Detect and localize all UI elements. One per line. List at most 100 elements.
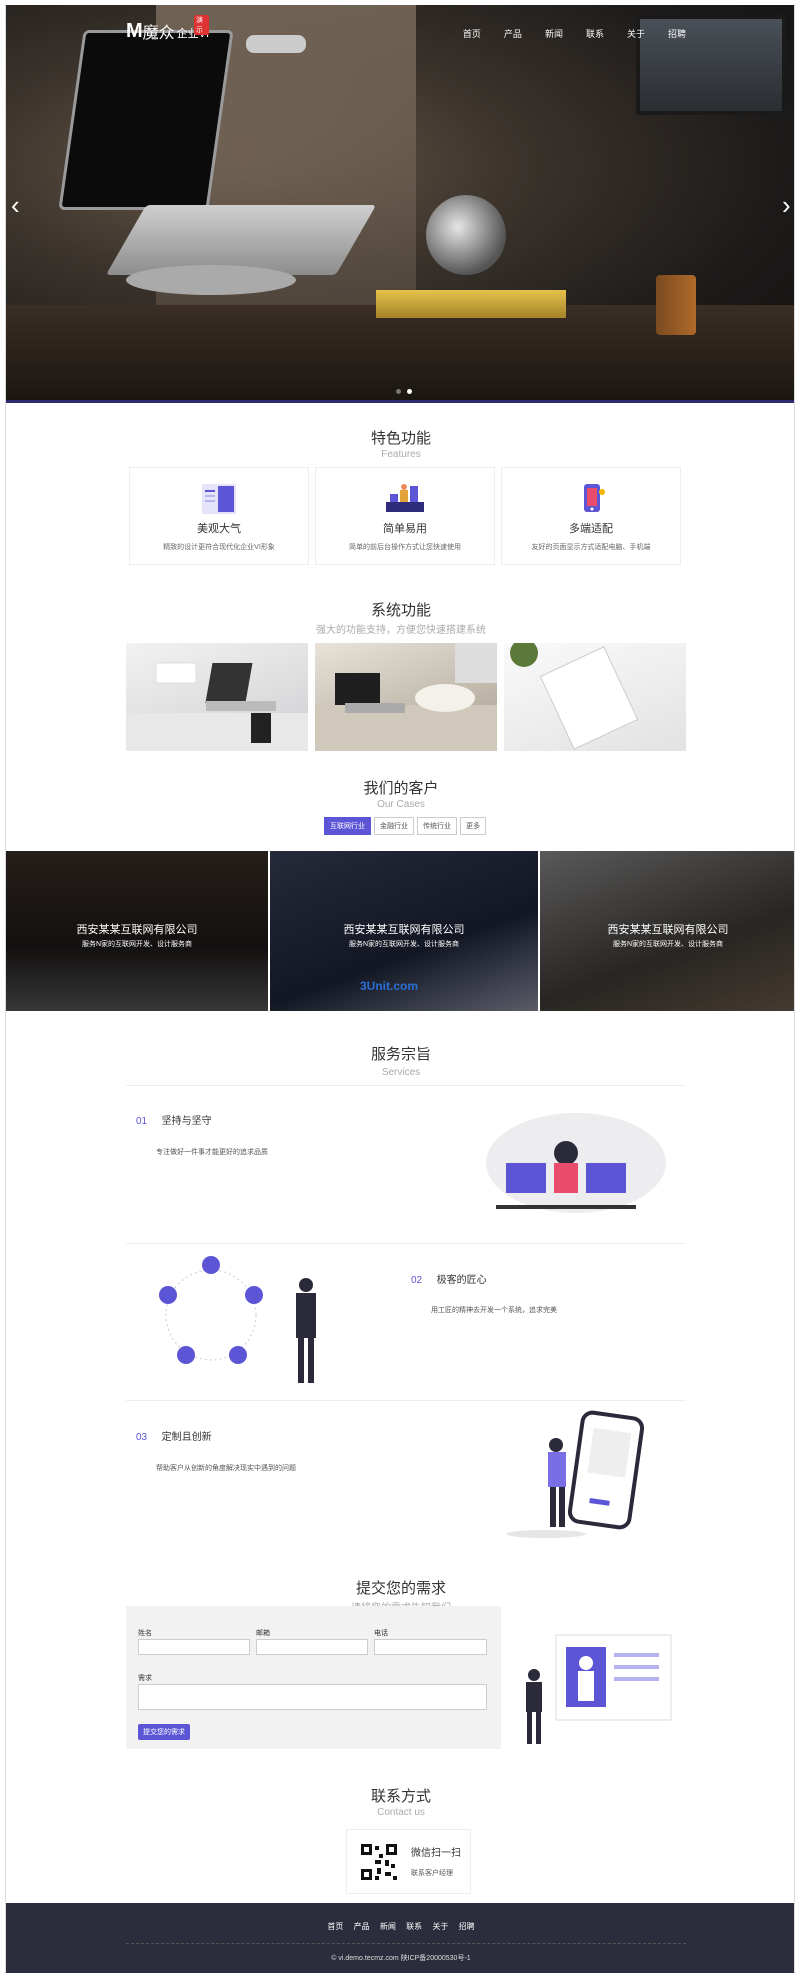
divider — [126, 1400, 686, 1401]
footer: 首页 产品 新闻 联系 关于 招聘 © vi.demo.tecmz.com 陕I… — [6, 1903, 794, 1973]
hero-globe — [426, 195, 506, 275]
need-textarea[interactable] — [138, 1684, 487, 1710]
layout-icon — [198, 482, 240, 516]
footer-nav-jobs[interactable]: 招聘 — [459, 1922, 475, 1931]
nav-item-jobs[interactable]: 招聘 — [668, 27, 686, 40]
case-card[interactable]: 西安某某互联网有限公司 服务N家的互联网开发、设计服务商 — [6, 851, 268, 1011]
carousel-dots — [396, 389, 412, 394]
main-nav: 首页 产品 新闻 联系 关于 招聘 — [463, 27, 686, 40]
features-subtitle: Features — [381, 449, 421, 460]
tab-more[interactable]: 更多 — [460, 817, 486, 835]
service-heading: 02 极客的匠心 — [411, 1270, 487, 1288]
desk-illustration — [476, 1113, 666, 1218]
tab-traditional[interactable]: 传统行业 — [417, 817, 457, 835]
footer-divider — [126, 1943, 686, 1944]
nav-item-home[interactable]: 首页 — [463, 27, 481, 40]
feature-desc: 友好的页面显示方式适配电脑、手机端 — [531, 544, 651, 551]
service-title: 极客的匠心 — [436, 1275, 487, 1286]
tab-internet[interactable]: 互联网行业 — [324, 817, 371, 835]
hero-books — [376, 290, 566, 318]
system-image-1 — [126, 643, 308, 751]
footer-nav-products[interactable]: 产品 — [354, 1922, 370, 1931]
feature-title: 美观大气 — [197, 523, 241, 535]
footer-nav-home[interactable]: 首页 — [327, 1922, 343, 1931]
qr-card: 微信扫一扫 联系客户经理 — [346, 1829, 471, 1894]
service-desc: 帮助客户从创新的角度解决现实中遇到的问题 — [156, 1465, 296, 1472]
service-num: 02 — [411, 1275, 423, 1286]
name-field[interactable] — [138, 1639, 250, 1655]
carousel-next-icon[interactable]: › — [782, 192, 794, 218]
footer-nav-about[interactable]: 关于 — [432, 1922, 448, 1931]
contact-subtitle: Contact us — [377, 1807, 425, 1818]
easy-icon — [384, 482, 426, 516]
footer-nav-news[interactable]: 新闻 — [380, 1922, 396, 1931]
tab-finance[interactable]: 金融行业 — [374, 817, 414, 835]
contact-title: 联系方式 — [370, 1788, 431, 1805]
feature-desc: 精致的设计更符合现代化企业VI形象 — [163, 544, 275, 551]
divider — [126, 1243, 686, 1244]
feature-title: 简单易用 — [383, 523, 427, 535]
qr-desc: 联系客户经理 — [411, 1870, 453, 1877]
logo-text: 魔众 — [142, 25, 175, 42]
site-logo[interactable]: M 魔众 企业VI 演示 — [126, 15, 210, 43]
service-heading: 01 坚持与坚守 — [136, 1111, 212, 1129]
phone-label: 电话 — [374, 1630, 388, 1637]
need-label: 需求 — [138, 1675, 152, 1682]
service-title: 坚持与坚守 — [161, 1116, 212, 1127]
divider — [126, 1085, 686, 1086]
system-subtitle: 强大的功能支持，方便您快速搭建系统 — [316, 625, 486, 636]
footer-nav-contact[interactable]: 联系 — [406, 1922, 422, 1931]
feature-card: 多端适配 友好的页面显示方式适配电脑、手机端 — [501, 467, 681, 565]
hero-cup — [656, 275, 696, 335]
footer-copyright[interactable]: © vi.demo.tecmz.com 陕ICP备20000530号-1 — [6, 1953, 794, 1963]
email-label: 邮箱 — [256, 1630, 270, 1637]
footer-nav: 首页 产品 新闻 联系 关于 招聘 — [6, 1921, 794, 1932]
case-desc: 服务N家的互联网开发、设计服务商 — [612, 941, 724, 948]
request-form: 姓名 邮箱 电话 需求 提交您的需求 — [126, 1606, 501, 1749]
nav-item-products[interactable]: 产品 — [504, 27, 522, 40]
system-image-2 — [315, 643, 497, 751]
service-heading: 03 定制且创新 — [136, 1427, 212, 1445]
system-image-3 — [504, 643, 686, 751]
service-title: 定制且创新 — [161, 1432, 212, 1443]
feature-card: 简单易用 简单的前后台操作方式让您快速使用 — [315, 467, 495, 565]
hero-lamp — [246, 35, 306, 53]
carousel-dot-active[interactable] — [407, 389, 412, 394]
mobile-icon — [570, 482, 612, 516]
system-title: 系统功能 — [370, 602, 431, 619]
service-desc: 用工匠的精神去开发一个系统，追求完美 — [431, 1307, 557, 1314]
service-num: 01 — [136, 1116, 148, 1127]
qr-code-icon — [359, 1842, 399, 1882]
services-subtitle: Services — [381, 1067, 421, 1078]
hero-bottom-line — [6, 400, 794, 403]
email-field[interactable] — [256, 1639, 368, 1655]
logo-mark: M — [126, 19, 143, 42]
hero-laptop-stand — [126, 265, 296, 295]
carousel-dot[interactable] — [396, 389, 401, 394]
cycle-illustration — [156, 1255, 336, 1390]
phone-field[interactable] — [374, 1639, 487, 1655]
feature-card: 美观大气 精致的设计更符合现代化企业VI形象 — [129, 467, 309, 565]
feature-desc: 简单的前后台操作方式让您快速使用 — [349, 544, 461, 551]
case-title: 西安某某互联网有限公司 — [343, 924, 465, 936]
features-title: 特色功能 — [370, 430, 431, 447]
page: M 魔众 企业VI 演示 首页 产品 新闻 联系 关于 招聘 ‹ › 特色功能 … — [5, 5, 795, 1973]
name-label: 姓名 — [138, 1630, 152, 1637]
services-title: 服务宗旨 — [370, 1046, 431, 1063]
case-title: 西安某某互联网有限公司 — [607, 924, 729, 936]
nav-item-news[interactable]: 新闻 — [545, 27, 563, 40]
clients-tabs: 互联网行业 金融行业 传统行业 更多 — [324, 817, 486, 835]
service-num: 03 — [136, 1432, 148, 1443]
case-title: 西安某某互联网有限公司 — [76, 924, 198, 936]
clients-title: 我们的客户 — [363, 780, 439, 797]
nav-item-contact[interactable]: 联系 — [586, 27, 604, 40]
carousel-prev-icon[interactable]: ‹ — [11, 192, 25, 218]
submit-button[interactable]: 提交您的需求 — [138, 1724, 190, 1740]
case-desc: 服务N家的互联网开发、设计服务商 — [348, 941, 460, 948]
request-title: 提交您的需求 — [355, 1580, 446, 1597]
case-card[interactable]: 西安某某互联网有限公司 服务N家的互联网开发、设计服务商 3Unit.com — [270, 851, 538, 1011]
nav-item-about[interactable]: 关于 — [627, 27, 645, 40]
case-watermark: 3Unit.com — [360, 979, 419, 993]
hero-laptop-base — [105, 205, 377, 275]
case-card[interactable]: 西安某某互联网有限公司 服务N家的互联网开发、设计服务商 — [540, 851, 794, 1011]
